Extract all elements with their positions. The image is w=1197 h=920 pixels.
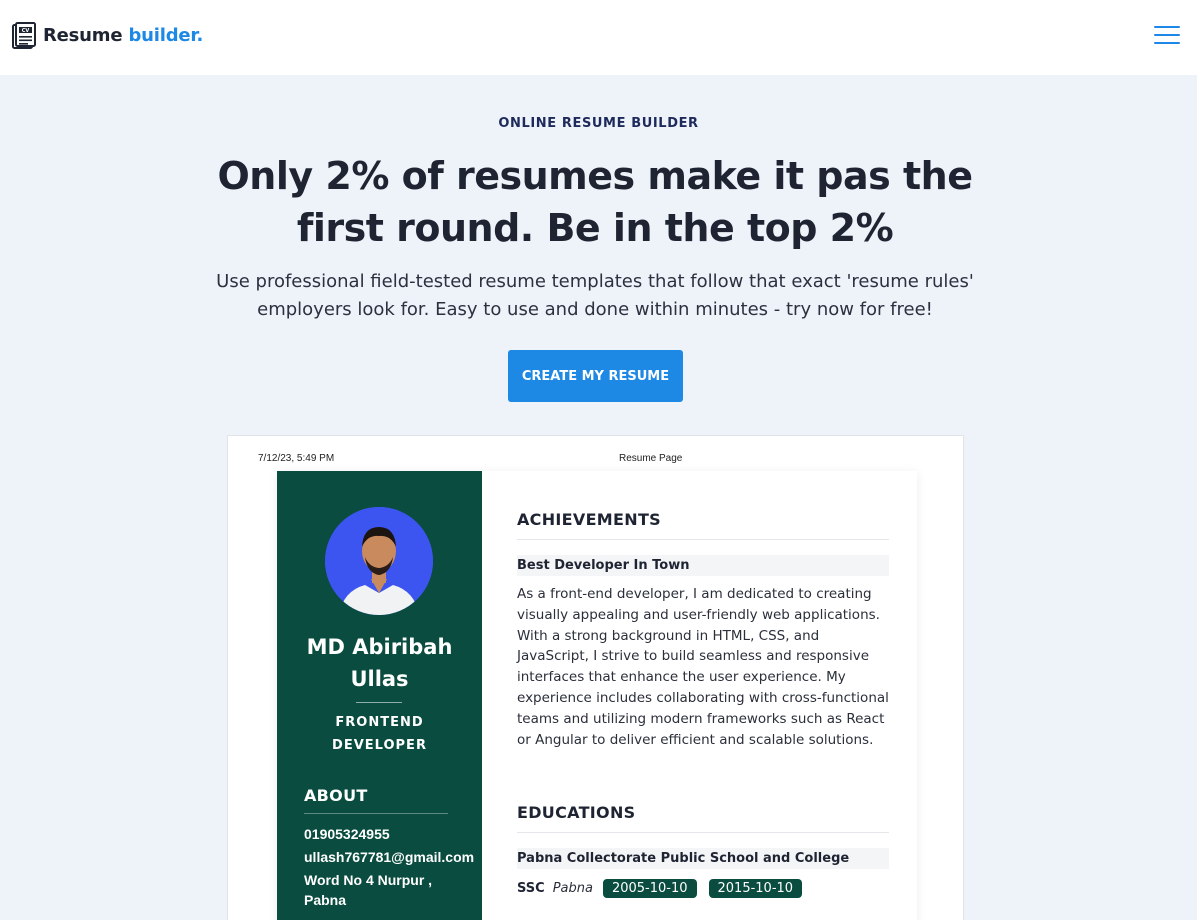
avatar [325, 507, 433, 615]
achievements-heading: ACHIEVEMENTS [517, 510, 889, 540]
print-date: 7/12/23, 5:49 PM [258, 453, 335, 464]
resume-sidebar: MD Abiribah Ullas FRONTEND DEVELOPER ABO… [277, 471, 482, 920]
education-details: SSC Pabna 2005-10-10 2015-10-10 [517, 879, 806, 898]
profile-address: Word No 4 Nurpur , Pabna [304, 872, 433, 908]
resume-preview: 7/12/23, 5:49 PM Resume Page MD Abiribah… [227, 435, 964, 920]
brand-name-accent: builder. [128, 25, 204, 46]
educations-heading: EDUCATIONS [517, 803, 889, 833]
brand-name: Resume builder. [43, 25, 203, 46]
hamburger-menu-icon[interactable] [1154, 26, 1180, 44]
hero-eyebrow: ONLINE RESUME BUILDER [498, 116, 699, 131]
education-place: Pabna [552, 881, 593, 896]
achievement-title: Best Developer In Town [517, 555, 889, 576]
name-divider [356, 702, 402, 703]
resume-sheet: MD Abiribah Ullas FRONTEND DEVELOPER ABO… [277, 471, 917, 920]
profile-phone: 01905324955 [304, 826, 390, 842]
print-title: Resume Page [619, 453, 683, 464]
profile-role: FRONTEND DEVELOPER [332, 715, 427, 753]
education-degree: SSC [517, 881, 545, 896]
brand-name-main: Resume [43, 25, 123, 46]
about-divider [304, 813, 448, 814]
profile-name: MD Abiribah Ullas [306, 635, 453, 691]
profile-photo [325, 507, 433, 615]
create-resume-button[interactable]: CREATE MY RESUME [508, 350, 683, 402]
education-institution: Pabna Collectorate Public School and Col… [517, 848, 889, 869]
profile-email: ullash767781@gmail.com [304, 849, 475, 865]
brand-logo[interactable]: CV Resume builder. [12, 22, 203, 49]
svg-text:CV: CV [22, 28, 30, 34]
education-end-badge: 2015-10-10 [708, 879, 803, 898]
hero-headline: Only 2% of resumes make it pas the first… [217, 154, 974, 250]
top-navbar: CV Resume builder. [0, 0, 1197, 75]
about-heading: ABOUT [304, 786, 368, 805]
cv-document-icon: CV [12, 22, 36, 49]
hero-subline: Use professional field-tested resume tem… [216, 271, 974, 320]
achievement-description: As a front-end developer, I am dedicated… [517, 586, 889, 748]
education-start-badge: 2005-10-10 [602, 879, 697, 898]
